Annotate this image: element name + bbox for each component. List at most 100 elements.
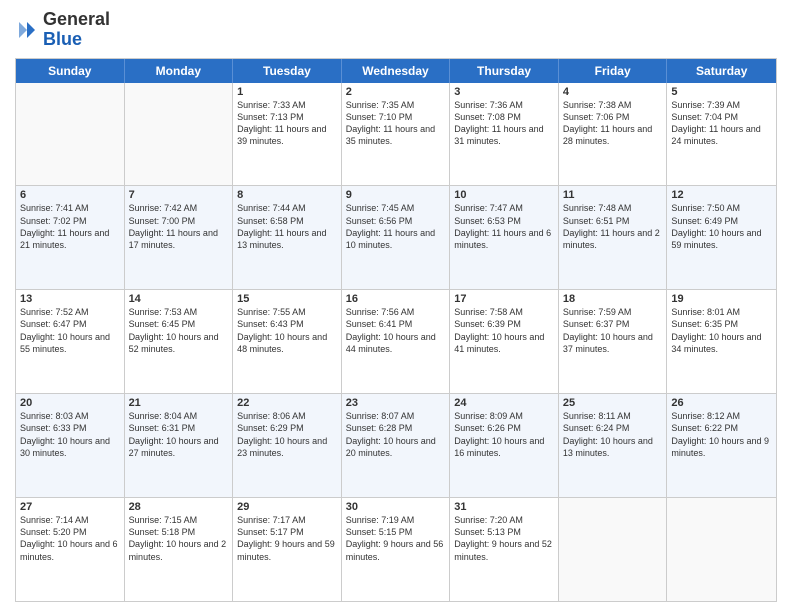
cell-details: Sunrise: 7:41 AM Sunset: 7:02 PM Dayligh… [20, 202, 120, 251]
cell-details: Sunrise: 8:04 AM Sunset: 6:31 PM Dayligh… [129, 410, 229, 459]
cal-cell: 4Sunrise: 7:38 AM Sunset: 7:06 PM Daylig… [559, 83, 668, 186]
cell-details: Sunrise: 7:39 AM Sunset: 7:04 PM Dayligh… [671, 99, 772, 148]
day-number: 1 [237, 86, 337, 98]
calendar-row-3: 20Sunrise: 8:03 AM Sunset: 6:33 PM Dayli… [16, 393, 776, 497]
day-number: 4 [563, 86, 663, 98]
day-number: 31 [454, 501, 554, 513]
cal-cell: 15Sunrise: 7:55 AM Sunset: 6:43 PM Dayli… [233, 290, 342, 393]
day-number: 7 [129, 189, 229, 201]
day-number: 9 [346, 189, 446, 201]
cal-cell: 22Sunrise: 8:06 AM Sunset: 6:29 PM Dayli… [233, 394, 342, 497]
cell-details: Sunrise: 7:35 AM Sunset: 7:10 PM Dayligh… [346, 99, 446, 148]
day-number: 11 [563, 189, 663, 201]
cell-details: Sunrise: 8:11 AM Sunset: 6:24 PM Dayligh… [563, 410, 663, 459]
cal-cell: 19Sunrise: 8:01 AM Sunset: 6:35 PM Dayli… [667, 290, 776, 393]
day-number: 19 [671, 293, 772, 305]
header-day-thursday: Thursday [450, 59, 559, 83]
day-number: 22 [237, 397, 337, 409]
cell-details: Sunrise: 8:03 AM Sunset: 6:33 PM Dayligh… [20, 410, 120, 459]
header-day-monday: Monday [125, 59, 234, 83]
cell-details: Sunrise: 7:36 AM Sunset: 7:08 PM Dayligh… [454, 99, 554, 148]
cal-cell: 1Sunrise: 7:33 AM Sunset: 7:13 PM Daylig… [233, 83, 342, 186]
calendar-row-1: 6Sunrise: 7:41 AM Sunset: 7:02 PM Daylig… [16, 185, 776, 289]
cal-cell: 25Sunrise: 8:11 AM Sunset: 6:24 PM Dayli… [559, 394, 668, 497]
cal-cell: 12Sunrise: 7:50 AM Sunset: 6:49 PM Dayli… [667, 186, 776, 289]
cell-details: Sunrise: 7:50 AM Sunset: 6:49 PM Dayligh… [671, 202, 772, 251]
cal-cell [667, 498, 776, 601]
day-number: 14 [129, 293, 229, 305]
header-day-saturday: Saturday [667, 59, 776, 83]
cal-cell: 3Sunrise: 7:36 AM Sunset: 7:08 PM Daylig… [450, 83, 559, 186]
cal-cell: 20Sunrise: 8:03 AM Sunset: 6:33 PM Dayli… [16, 394, 125, 497]
day-number: 8 [237, 189, 337, 201]
cal-cell: 30Sunrise: 7:19 AM Sunset: 5:15 PM Dayli… [342, 498, 451, 601]
logo: General Blue [15, 10, 110, 50]
page: General Blue SundayMondayTuesdayWednesda… [0, 0, 792, 612]
cell-details: Sunrise: 7:48 AM Sunset: 6:51 PM Dayligh… [563, 202, 663, 251]
cell-details: Sunrise: 7:33 AM Sunset: 7:13 PM Dayligh… [237, 99, 337, 148]
cal-cell: 31Sunrise: 7:20 AM Sunset: 5:13 PM Dayli… [450, 498, 559, 601]
calendar-body: 1Sunrise: 7:33 AM Sunset: 7:13 PM Daylig… [16, 83, 776, 601]
day-number: 16 [346, 293, 446, 305]
cell-details: Sunrise: 7:47 AM Sunset: 6:53 PM Dayligh… [454, 202, 554, 251]
cal-cell: 13Sunrise: 7:52 AM Sunset: 6:47 PM Dayli… [16, 290, 125, 393]
calendar: SundayMondayTuesdayWednesdayThursdayFrid… [15, 58, 777, 602]
header-day-sunday: Sunday [16, 59, 125, 83]
day-number: 17 [454, 293, 554, 305]
cell-details: Sunrise: 7:20 AM Sunset: 5:13 PM Dayligh… [454, 514, 554, 563]
cal-cell: 7Sunrise: 7:42 AM Sunset: 7:00 PM Daylig… [125, 186, 234, 289]
header-day-wednesday: Wednesday [342, 59, 451, 83]
cal-cell: 29Sunrise: 7:17 AM Sunset: 5:17 PM Dayli… [233, 498, 342, 601]
cal-cell: 18Sunrise: 7:59 AM Sunset: 6:37 PM Dayli… [559, 290, 668, 393]
day-number: 2 [346, 86, 446, 98]
day-number: 27 [20, 501, 120, 513]
day-number: 23 [346, 397, 446, 409]
cell-details: Sunrise: 7:56 AM Sunset: 6:41 PM Dayligh… [346, 306, 446, 355]
day-number: 24 [454, 397, 554, 409]
day-number: 6 [20, 189, 120, 201]
cal-cell: 6Sunrise: 7:41 AM Sunset: 7:02 PM Daylig… [16, 186, 125, 289]
cal-cell [16, 83, 125, 186]
cal-cell [125, 83, 234, 186]
cal-cell: 2Sunrise: 7:35 AM Sunset: 7:10 PM Daylig… [342, 83, 451, 186]
header-day-friday: Friday [559, 59, 668, 83]
cal-cell: 21Sunrise: 8:04 AM Sunset: 6:31 PM Dayli… [125, 394, 234, 497]
cal-cell: 11Sunrise: 7:48 AM Sunset: 6:51 PM Dayli… [559, 186, 668, 289]
calendar-header: SundayMondayTuesdayWednesdayThursdayFrid… [16, 59, 776, 83]
cal-cell: 5Sunrise: 7:39 AM Sunset: 7:04 PM Daylig… [667, 83, 776, 186]
cell-details: Sunrise: 7:42 AM Sunset: 7:00 PM Dayligh… [129, 202, 229, 251]
cell-details: Sunrise: 7:14 AM Sunset: 5:20 PM Dayligh… [20, 514, 120, 563]
cell-details: Sunrise: 7:45 AM Sunset: 6:56 PM Dayligh… [346, 202, 446, 251]
cell-details: Sunrise: 7:15 AM Sunset: 5:18 PM Dayligh… [129, 514, 229, 563]
day-number: 3 [454, 86, 554, 98]
cell-details: Sunrise: 7:59 AM Sunset: 6:37 PM Dayligh… [563, 306, 663, 355]
cal-cell: 14Sunrise: 7:53 AM Sunset: 6:45 PM Dayli… [125, 290, 234, 393]
cal-cell: 24Sunrise: 8:09 AM Sunset: 6:26 PM Dayli… [450, 394, 559, 497]
cell-details: Sunrise: 7:44 AM Sunset: 6:58 PM Dayligh… [237, 202, 337, 251]
day-number: 10 [454, 189, 554, 201]
cal-cell: 26Sunrise: 8:12 AM Sunset: 6:22 PM Dayli… [667, 394, 776, 497]
day-number: 5 [671, 86, 772, 98]
cell-details: Sunrise: 7:55 AM Sunset: 6:43 PM Dayligh… [237, 306, 337, 355]
cal-cell: 9Sunrise: 7:45 AM Sunset: 6:56 PM Daylig… [342, 186, 451, 289]
logo-text: General Blue [43, 10, 110, 50]
day-number: 15 [237, 293, 337, 305]
cal-cell: 17Sunrise: 7:58 AM Sunset: 6:39 PM Dayli… [450, 290, 559, 393]
day-number: 12 [671, 189, 772, 201]
cell-details: Sunrise: 7:38 AM Sunset: 7:06 PM Dayligh… [563, 99, 663, 148]
header-day-tuesday: Tuesday [233, 59, 342, 83]
cal-cell [559, 498, 668, 601]
cell-details: Sunrise: 8:09 AM Sunset: 6:26 PM Dayligh… [454, 410, 554, 459]
cal-cell: 23Sunrise: 8:07 AM Sunset: 6:28 PM Dayli… [342, 394, 451, 497]
cell-details: Sunrise: 8:01 AM Sunset: 6:35 PM Dayligh… [671, 306, 772, 355]
cell-details: Sunrise: 8:07 AM Sunset: 6:28 PM Dayligh… [346, 410, 446, 459]
cal-cell: 16Sunrise: 7:56 AM Sunset: 6:41 PM Dayli… [342, 290, 451, 393]
day-number: 21 [129, 397, 229, 409]
header: General Blue [15, 10, 777, 50]
logo-blue: Blue [43, 29, 82, 49]
calendar-row-4: 27Sunrise: 7:14 AM Sunset: 5:20 PM Dayli… [16, 497, 776, 601]
logo-general: General [43, 9, 110, 29]
day-number: 28 [129, 501, 229, 513]
day-number: 29 [237, 501, 337, 513]
day-number: 20 [20, 397, 120, 409]
